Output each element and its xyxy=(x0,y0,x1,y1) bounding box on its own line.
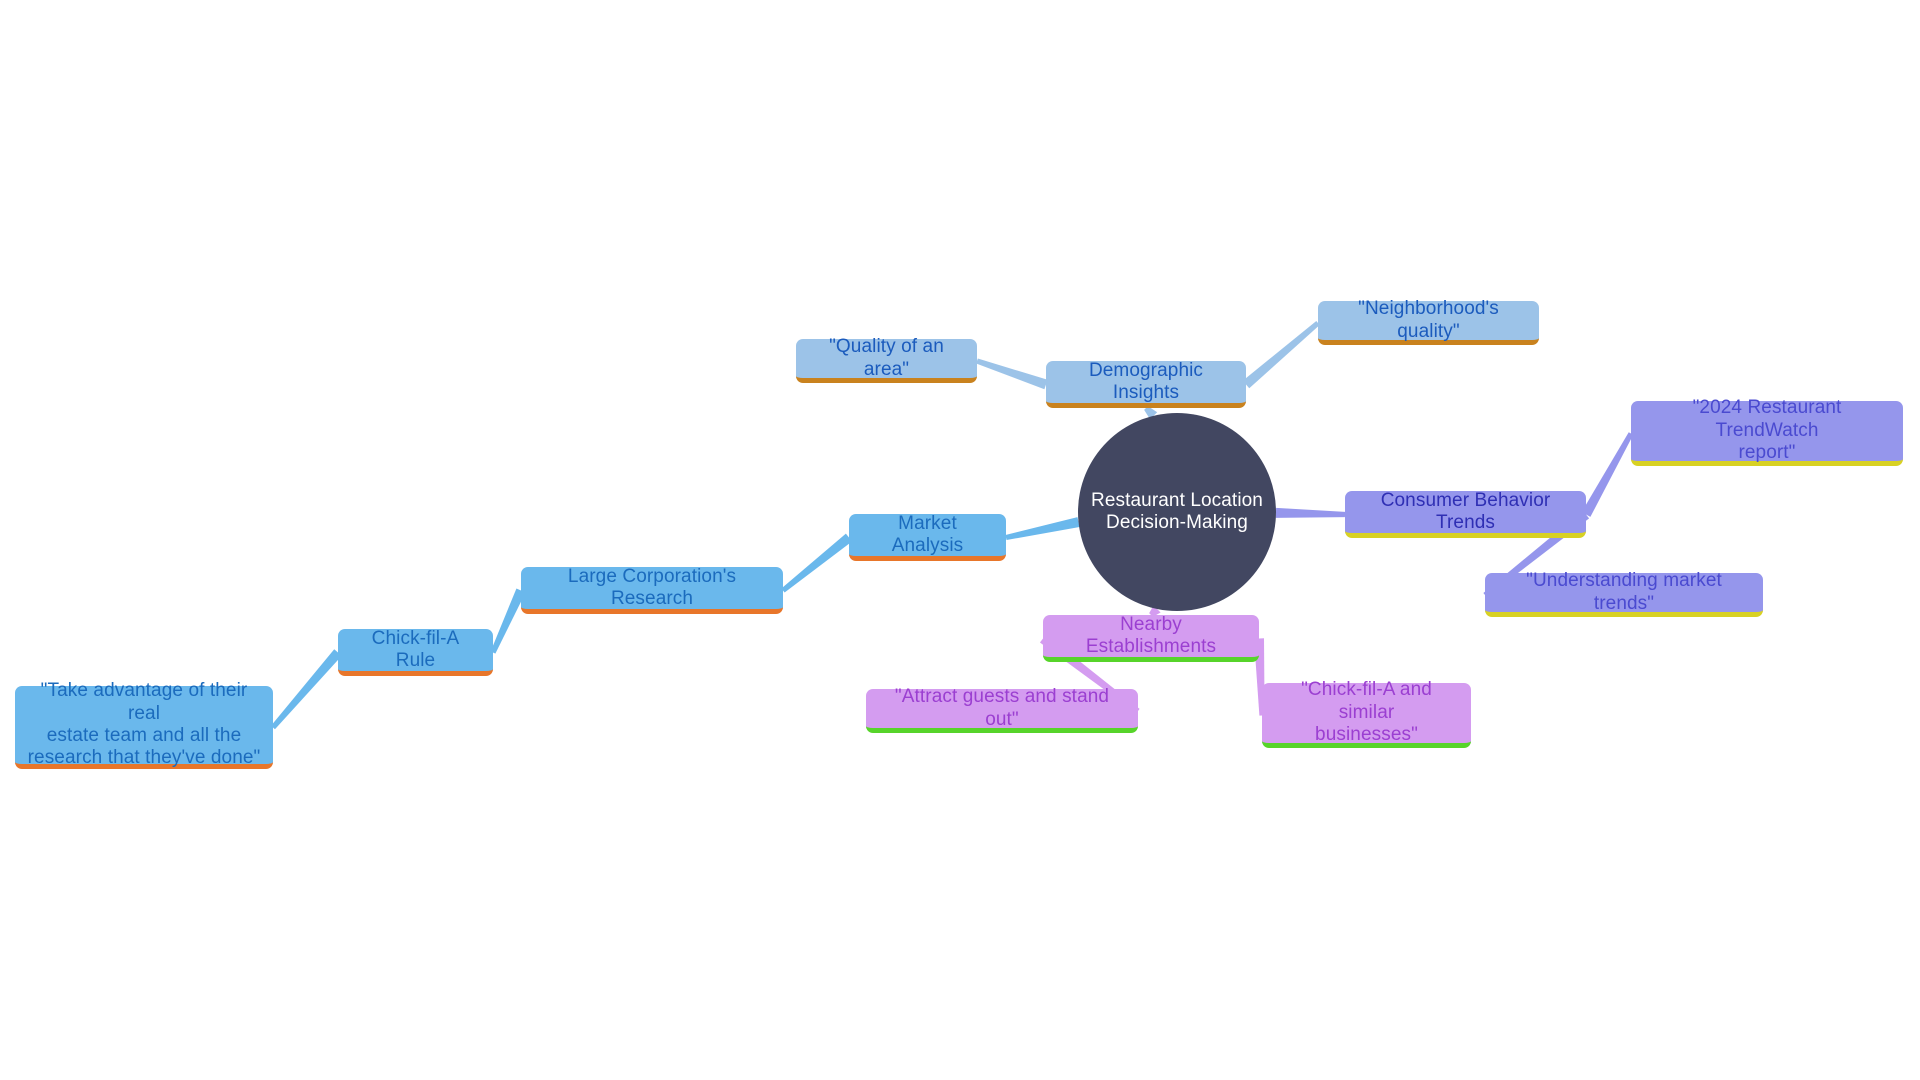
edge-demographic-quality xyxy=(976,358,1048,390)
edge-consumer-trendwatch xyxy=(1581,432,1634,517)
edge-demographic-neighborhood xyxy=(1242,321,1320,389)
mindmap-node-label: Market Analysis xyxy=(891,512,964,556)
mindmap-node-real-estate-team-quote[interactable]: "Take advantage of their real estate tea… xyxy=(15,680,273,769)
mindmap-node-chick-fil-a-similar[interactable]: "Chick-fil-A and similar businesses" xyxy=(1262,679,1471,748)
mindmap-node-label: "Neighborhood's quality" xyxy=(1358,298,1499,342)
mindmap-node-label: "2024 Restaurant TrendWatch report" xyxy=(1692,397,1842,464)
mindmap-node-label: Consumer Behavior Trends xyxy=(1380,489,1551,533)
mindmap-root-label: Restaurant Location Decision-Making xyxy=(1091,489,1263,533)
edge-root-market xyxy=(1005,517,1080,541)
mindmap-node-neighborhoods-quality[interactable]: "Neighborhood's quality" xyxy=(1318,298,1539,345)
mindmap-node-trendwatch-report[interactable]: "2024 Restaurant TrendWatch report" xyxy=(1631,397,1903,466)
edge-market-large-corp xyxy=(781,533,853,593)
mindmap-node-quality-of-an-area[interactable]: "Quality of an area" xyxy=(796,336,977,383)
mindmap-node-label: "Quality of an area" xyxy=(829,336,944,380)
mindmap-node-label: "Chick-fil-A and similar businesses" xyxy=(1301,679,1432,746)
mindmap-node-consumer-behavior-trends[interactable]: Consumer Behavior Trends xyxy=(1345,489,1586,538)
mindmap-node-label: "Understanding market trends" xyxy=(1526,570,1722,614)
mindmap-node-large-corporations-research[interactable]: Large Corporation's Research xyxy=(521,565,783,614)
mindmap-node-label: "Take advantage of their real estate tea… xyxy=(27,680,261,769)
mindmap-node-label: "Attract guests and stand out" xyxy=(894,686,1110,730)
mindmap-node-understanding-market-trends[interactable]: "Understanding market trends" xyxy=(1485,570,1763,617)
mindmap-node-chick-fil-a-rule[interactable]: Chick-fil-A Rule xyxy=(338,627,493,676)
mindmap-node-label: Nearby Establishments xyxy=(1085,613,1217,657)
mindmap-canvas: Restaurant Location Decision-Making Demog… xyxy=(0,0,1920,1080)
mindmap-node-label: Large Corporation's Research xyxy=(567,565,737,609)
mindmap-node-label: Demographic Insights xyxy=(1088,359,1204,403)
mindmap-node-market-analysis[interactable]: Market Analysis xyxy=(849,512,1006,561)
mindmap-node-attract-guests[interactable]: "Attract guests and stand out" xyxy=(866,686,1138,733)
edge-chickfila-rule-quote xyxy=(271,649,342,730)
edge-root-consumer xyxy=(1275,507,1346,518)
mindmap-root-node[interactable]: Restaurant Location Decision-Making xyxy=(1078,413,1276,611)
mindmap-node-label: Chick-fil-A Rule xyxy=(371,627,460,671)
mindmap-node-nearby-establishments[interactable]: Nearby Establishments xyxy=(1043,613,1259,662)
mindmap-node-demographic-insights[interactable]: Demographic Insights xyxy=(1046,359,1246,408)
